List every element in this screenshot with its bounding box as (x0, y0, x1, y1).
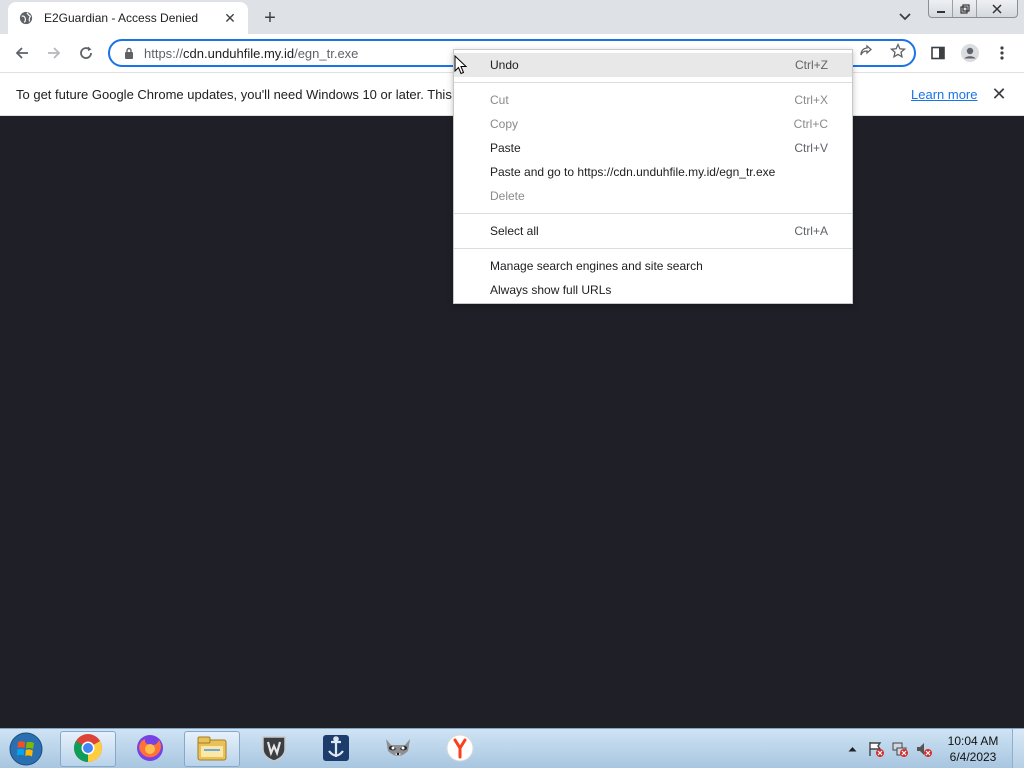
url-scheme: https:// (144, 45, 184, 61)
globe-icon (18, 10, 34, 26)
menu-item-label: Manage search engines and site search (490, 259, 703, 273)
menu-separator (454, 213, 852, 214)
menu-item-shortcut: Ctrl+Z (795, 58, 828, 72)
url-path: /egn_tr.exe (294, 45, 359, 61)
world-of-tanks-icon (259, 733, 289, 766)
clock-time: 10:04 AM (947, 734, 999, 748)
tab-e2guardian[interactable]: E2Guardian - Access Denied ✕ (8, 2, 248, 34)
context-menu: Undo Ctrl+Z Cut Ctrl+X Copy Ctrl+C Paste… (453, 49, 853, 304)
menu-item-select-all[interactable]: Select all Ctrl+A (454, 219, 852, 243)
taskbar-yandex-browser[interactable] (432, 731, 488, 767)
close-window-button[interactable] (977, 0, 1017, 17)
menu-item-undo[interactable]: Undo Ctrl+Z (454, 53, 852, 77)
taskbar-world-of-tanks[interactable] (246, 731, 302, 767)
menu-item-shortcut: Ctrl+A (794, 224, 828, 238)
menu-item-always-show-full-urls[interactable]: Always show full URLs (454, 278, 852, 302)
tab-strip: E2Guardian - Access Denied ✕ + (0, 0, 1024, 34)
mouse-cursor-icon (454, 54, 468, 75)
menu-item-shortcut: Ctrl+X (794, 93, 828, 107)
learn-more-link[interactable]: Learn more (911, 87, 977, 102)
taskbar-chrome[interactable] (60, 731, 116, 767)
tab-title: E2Guardian - Access Denied (44, 11, 199, 25)
file-explorer-icon (196, 734, 228, 765)
side-panel-icon[interactable] (924, 39, 952, 67)
menu-item-label: Paste (490, 141, 521, 155)
menu-item-paste-and-go[interactable]: Paste and go to https://cdn.unduhfile.my… (454, 160, 852, 184)
menu-item-label: Paste and go to https://cdn.unduhfile.my… (490, 165, 776, 179)
windows-taskbar: 10:04 AM 6/4/2023 (0, 728, 1024, 768)
menu-item-label: Delete (490, 189, 525, 203)
taskbar-world-of-warships[interactable] (308, 731, 364, 767)
menu-item-manage-search-engines[interactable]: Manage search engines and site search (454, 254, 852, 278)
tab-search-chevron-icon[interactable] (894, 8, 916, 26)
infobar-close-icon[interactable]: ✕ (990, 84, 1008, 104)
window-controls (928, 0, 1018, 18)
show-hidden-icons-arrow-icon[interactable] (842, 739, 862, 759)
start-button[interactable] (6, 730, 46, 768)
back-button[interactable] (8, 39, 36, 67)
firefox-icon (135, 733, 165, 766)
menu-item-label: Cut (490, 93, 509, 107)
network-disconnected-icon[interactable] (890, 739, 910, 759)
clock-date: 6/4/2023 (949, 750, 997, 764)
url-text: https://cdn.unduhfile.my.id/egn_tr.exe (144, 46, 358, 61)
menu-item-shortcut: Ctrl+C (793, 117, 828, 131)
chrome-icon (73, 733, 103, 766)
profile-avatar-icon[interactable] (956, 39, 984, 67)
menu-item-shortcut: Ctrl+V (794, 141, 828, 155)
world-of-warships-icon (321, 733, 351, 766)
bookmark-star-icon[interactable] (888, 41, 908, 61)
system-tray (842, 729, 938, 768)
tab-close-icon[interactable]: ✕ (222, 10, 238, 26)
forward-button[interactable] (40, 39, 68, 67)
menu-separator (454, 82, 852, 83)
lock-icon[interactable] (122, 46, 136, 60)
menu-separator (454, 248, 852, 249)
action-center-flag-icon[interactable] (866, 739, 886, 759)
raccoon-app-icon (382, 733, 414, 766)
menu-item-label: Copy (490, 117, 519, 131)
show-desktop-button[interactable] (1012, 729, 1024, 768)
menu-item-paste[interactable]: Paste Ctrl+V (454, 136, 852, 160)
menu-item-cut[interactable]: Cut Ctrl+X (454, 88, 852, 112)
taskbar-firefox[interactable] (122, 731, 178, 767)
new-tab-button[interactable]: + (258, 6, 282, 30)
url-host: cdn.unduhfile.my.id (183, 45, 295, 61)
minimize-button[interactable] (929, 0, 953, 17)
taskbar-file-explorer[interactable] (184, 731, 240, 767)
menu-item-label: Select all (490, 224, 539, 238)
share-icon[interactable] (856, 41, 876, 61)
reload-button[interactable] (72, 39, 100, 67)
menu-item-label: Always show full URLs (490, 283, 612, 297)
menu-item-copy[interactable]: Copy Ctrl+C (454, 112, 852, 136)
menu-item-delete[interactable]: Delete (454, 184, 852, 208)
taskbar-clock[interactable]: 10:04 AM 6/4/2023 (940, 733, 1006, 765)
more-menu-icon[interactable] (988, 39, 1016, 67)
yandex-browser-icon (445, 733, 475, 766)
menu-item-label: Undo (490, 58, 519, 72)
taskbar-raccoon-app[interactable] (370, 731, 426, 767)
restore-button[interactable] (953, 0, 977, 17)
infobar-message: To get future Google Chrome updates, you… (16, 87, 452, 102)
volume-muted-icon[interactable] (914, 739, 934, 759)
